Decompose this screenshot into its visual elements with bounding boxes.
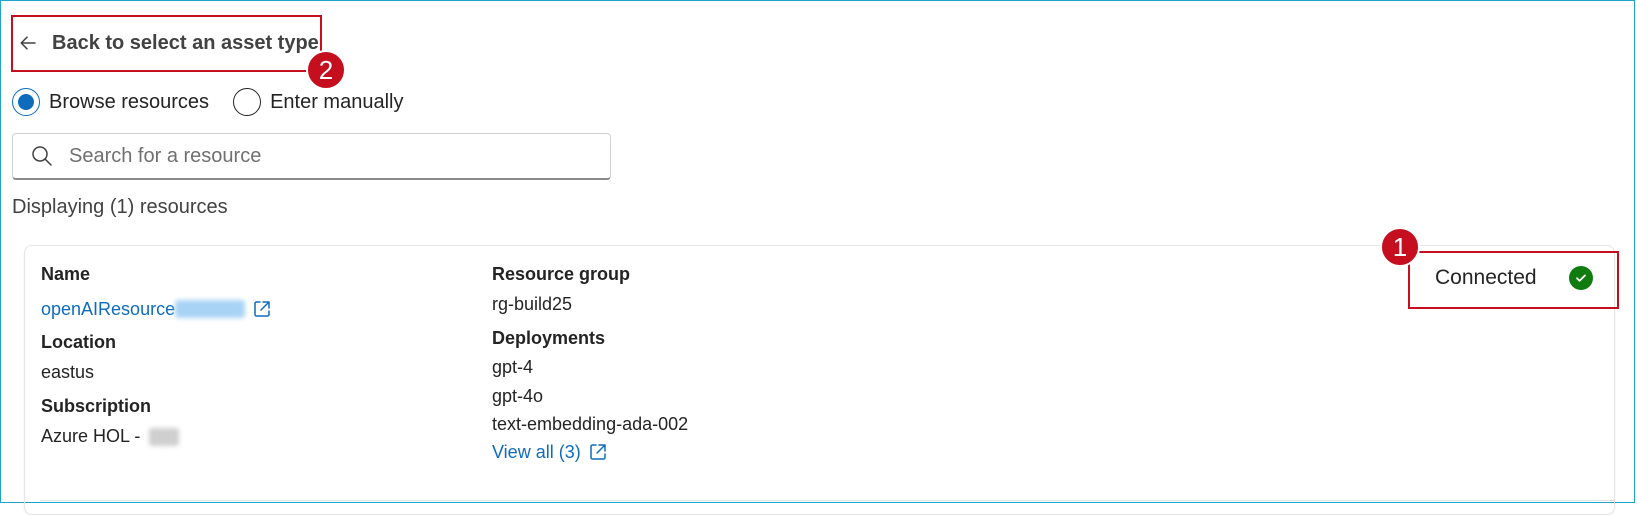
- radio-label-manual: Enter manually: [270, 90, 404, 113]
- resource-name-link[interactable]: openAIResource: [41, 298, 273, 320]
- deployments-label: Deployments: [492, 328, 606, 348]
- connection-status-label: Connected: [1435, 266, 1537, 289]
- location-label: Location: [41, 332, 116, 352]
- source-mode-radio-group: Browse resources Enter manually: [12, 86, 427, 118]
- subscription-row: Azure HOL -: [41, 426, 180, 447]
- connection-status: Connected: [1435, 266, 1593, 290]
- deployment-item: gpt-4o: [492, 386, 544, 406]
- results-count: Displaying (1) resources: [12, 196, 228, 218]
- radio-button-checked[interactable]: [12, 88, 40, 116]
- card-divider: [40, 500, 1615, 501]
- resource-group-value: rg-build25: [492, 294, 573, 314]
- checkmark-circle-icon: [1568, 266, 1593, 290]
- redacted-name-suffix: [175, 300, 246, 318]
- location-value: eastus: [41, 362, 95, 382]
- deployment-item: text-embedding-ada-002: [492, 414, 689, 434]
- radio-dot: [18, 94, 34, 110]
- radio-enter-manually[interactable]: Enter manually: [233, 88, 403, 116]
- back-link-label: Back to select an asset type: [52, 31, 319, 54]
- back-to-asset-type-link[interactable]: Back to select an asset type: [18, 29, 319, 57]
- resource-group-label: Resource group: [492, 264, 631, 284]
- name-label: Name: [41, 264, 91, 284]
- view-all-label: View all (3): [492, 441, 581, 462]
- open-external-icon: [254, 301, 270, 317]
- search-icon: [32, 146, 52, 166]
- subscription-label: Subscription: [41, 396, 152, 416]
- annotation-badge-1: 1: [1380, 227, 1420, 267]
- deployment-item: gpt-4: [492, 357, 534, 377]
- resource-name-value: openAIResource: [41, 298, 176, 319]
- search-input[interactable]: [67, 143, 591, 169]
- view-all-deployments-link[interactable]: View all (3): [492, 441, 609, 463]
- open-external-icon: [589, 444, 606, 460]
- radio-button-unchecked[interactable]: [233, 88, 262, 116]
- subscription-value: Azure HOL -: [41, 426, 141, 446]
- resource-card[interactable]: [24, 245, 1615, 515]
- radio-label-browse: Browse resources: [49, 90, 210, 113]
- redacted-subscription-suffix: [149, 428, 180, 447]
- annotation-badge-2: 2: [306, 50, 346, 90]
- arrow-left-icon: [20, 36, 36, 50]
- radio-browse-resources[interactable]: Browse resources: [12, 88, 209, 116]
- resource-search-box[interactable]: [12, 133, 611, 180]
